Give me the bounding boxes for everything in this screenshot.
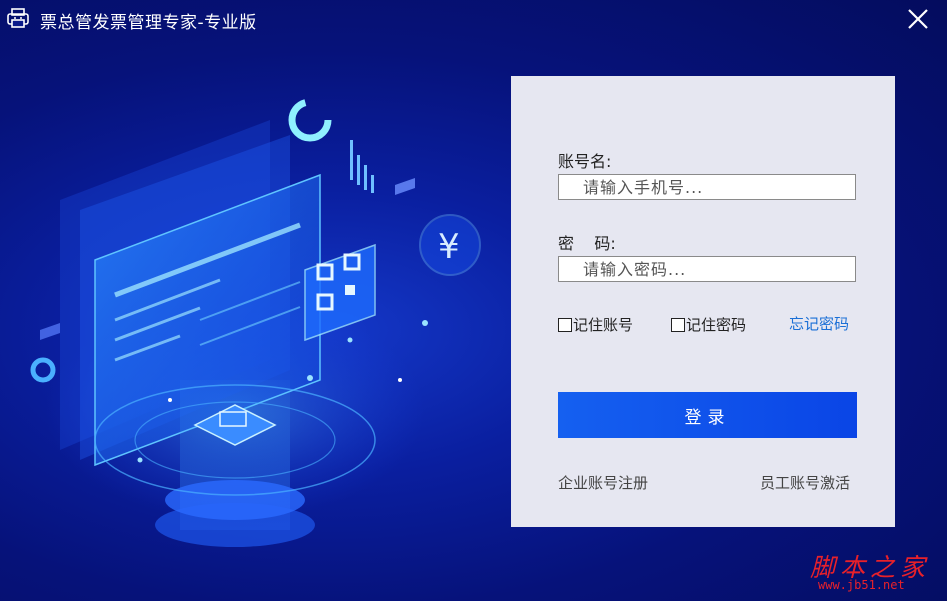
invoice-illustration: ¥ (30, 98, 481, 547)
remember-account-label: 记住账号 (573, 316, 634, 334)
activate-link[interactable]: 员工账号激活 (760, 472, 850, 493)
login-panel: 账号名: 密 码: 记住账号 记住密码 忘记密码 登录 企业账号注册 员工账号激… (511, 76, 895, 527)
password-input[interactable] (558, 256, 856, 282)
account-input[interactable] (558, 174, 856, 200)
remember-password-label: 记住密码 (686, 316, 747, 334)
password-label: 密 码: (558, 234, 616, 253)
forgot-password-link[interactable]: 忘记密码 (789, 313, 849, 334)
remember-password-checkbox[interactable]: 记住密码 (671, 314, 746, 335)
watermark-url: www.jb51.net (818, 578, 905, 592)
register-link[interactable]: 企业账号注册 (558, 472, 648, 493)
checkbox-box[interactable] (671, 317, 685, 332)
remember-account-checkbox[interactable]: 记住账号 (558, 314, 633, 335)
close-icon[interactable] (904, 5, 932, 33)
title-bar: 票总管发票管理专家-专业版 (0, 0, 947, 38)
watermark-logo: 脚本之家 www.jb51.net (800, 548, 935, 596)
yen-symbol: ¥ (438, 227, 460, 267)
login-button[interactable]: 登录 (558, 392, 857, 438)
checkbox-box[interactable] (558, 317, 572, 332)
printer-icon (7, 8, 29, 28)
account-label: 账号名: (558, 152, 612, 171)
ring-icon (288, 98, 332, 142)
app-title: 票总管发票管理专家-专业版 (40, 13, 257, 33)
